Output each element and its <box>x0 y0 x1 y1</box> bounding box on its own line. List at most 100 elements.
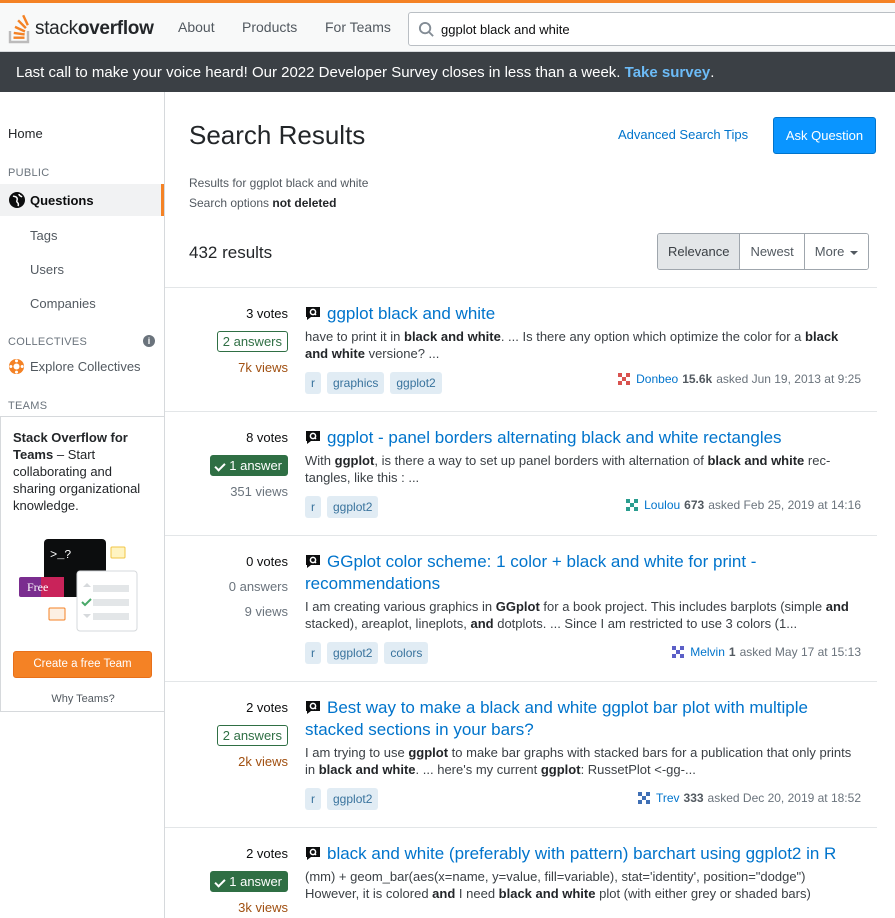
stackoverflow-logo[interactable]: stackoverflow <box>8 13 154 45</box>
question-meta: Donbeo 15.6k asked Jun 19, 2013 at 9:25 <box>616 371 861 387</box>
globe-icon <box>9 192 25 208</box>
sidebar-item-users[interactable]: Users <box>30 262 64 277</box>
result-count: 432 results <box>189 243 273 262</box>
sidebar-item-home[interactable]: Home <box>8 126 43 141</box>
asked-time: asked May 17 at 15:13 <box>739 645 861 659</box>
question-stats: 2 votes 2 answers 2k views <box>188 700 288 779</box>
svg-text:Free: Free <box>27 580 48 594</box>
question-excerpt: have to print it in black and white. ...… <box>305 329 839 361</box>
search-box[interactable] <box>408 12 895 46</box>
check-icon <box>214 876 226 888</box>
take-survey-link[interactable]: Take survey <box>625 64 711 81</box>
info-icon[interactable]: i <box>143 335 155 347</box>
question-title-link[interactable]: black and white (preferably with pattern… <box>305 843 860 865</box>
question-title-link[interactable]: Best way to make a black and white ggplo… <box>305 697 860 741</box>
logo-text: stackoverflow <box>35 18 154 39</box>
view-count: 2k views <box>238 754 288 769</box>
tag[interactable]: r <box>305 788 321 810</box>
question-icon <box>306 847 320 860</box>
asked-time: asked Jun 19, 2013 at 9:25 <box>716 372 861 386</box>
teams-illustration: >_? Free <box>19 539 138 632</box>
tag[interactable]: r <box>305 642 321 664</box>
ask-question-button[interactable]: Ask Question <box>773 117 876 154</box>
question-list: 3 votes 2 answers 7k views ggplot black and… <box>165 287 877 918</box>
answer-count: 2 answers <box>216 331 288 352</box>
question-icon <box>306 701 320 714</box>
sort-relevance-button[interactable]: Relevance <box>658 234 741 269</box>
advanced-search-tips-link[interactable]: Advanced Search Tips <box>618 127 748 142</box>
sort-more-button[interactable]: More <box>804 234 869 269</box>
question-excerpt: I am creating various graphics in GGplot… <box>305 599 849 631</box>
user-name-link[interactable]: Trev <box>656 791 680 805</box>
main-content: Search Results Advanced Search Tips Ask … <box>165 92 895 918</box>
tag[interactable]: colors <box>384 642 429 664</box>
sidebar-item-questions[interactable]: Questions <box>0 184 164 216</box>
question-icon <box>306 307 320 320</box>
user-name-link[interactable]: Melvin <box>690 645 725 659</box>
answer-count: 1 answer <box>210 871 288 892</box>
user-name-link[interactable]: Donbeo <box>636 372 678 386</box>
view-count: 7k views <box>238 360 288 375</box>
sort-newest-button[interactable]: Newest <box>740 234 805 269</box>
why-teams-link[interactable]: Why Teams? <box>1 691 165 708</box>
sort-button-group: Relevance Newest More <box>657 233 870 270</box>
tag[interactable]: graphics <box>327 372 385 394</box>
nav-products[interactable]: Products <box>242 19 297 35</box>
chevron-down-icon <box>850 250 859 255</box>
question-title-link[interactable]: GGplot color scheme: 1 color + black and… <box>305 551 860 595</box>
user-avatar-icon[interactable] <box>616 371 633 387</box>
user-avatar-icon[interactable] <box>670 644 687 660</box>
question-stats: 3 votes 2 answers 7k views <box>188 306 288 385</box>
tag[interactable]: ggplot2 <box>327 788 379 810</box>
question-excerpt: (mm) + geom_bar(aes(x=name, y=value, fil… <box>305 869 811 901</box>
vote-count: 2 votes <box>246 846 288 861</box>
question-stats: 8 votes 1 answer 351 views <box>188 430 288 509</box>
top-bar: stackoverflow About Products For Teams <box>0 0 895 52</box>
question-summary: 3 votes 2 answers 7k views ggplot black and… <box>165 288 877 412</box>
question-title-link[interactable]: ggplot - panel borders alternating black… <box>305 427 860 449</box>
teams-promo: Stack Overflow for Teams – Start collabo… <box>0 416 164 712</box>
search-input[interactable] <box>441 13 881 45</box>
question-icon <box>306 555 320 568</box>
tag[interactable]: ggplot2 <box>390 372 442 394</box>
vote-count: 0 votes <box>246 554 288 569</box>
user-reputation: 1 <box>728 645 736 659</box>
user-reputation: 673 <box>684 498 705 512</box>
answer-count: 2 answers <box>216 725 288 746</box>
sidebar-heading-collectives: COLLECTIVES <box>8 336 88 348</box>
user-reputation: 333 <box>683 791 704 805</box>
sidebar-item-tags[interactable]: Tags <box>30 228 57 243</box>
question-stats: 0 votes 0 answers 9 views <box>188 554 288 629</box>
sidebar-heading-teams: TEAMS <box>8 400 48 412</box>
survey-banner: Last call to make your voice heard! Our … <box>0 52 895 92</box>
page-title: Search Results <box>189 120 366 150</box>
question-title-link[interactable]: ggplot black and white <box>305 303 860 325</box>
nav-about[interactable]: About <box>178 19 215 35</box>
question-summary: 0 votes 0 answers 9 views GGplot color sche… <box>165 536 877 682</box>
sidebar-heading-public: PUBLIC <box>8 167 50 179</box>
answer-count: 0 answers <box>228 579 288 594</box>
results-for-text: Results for ggplot black and white <box>189 176 369 190</box>
tag[interactable]: ggplot2 <box>327 496 379 518</box>
left-sidebar: Home PUBLIC Questions Tags Users Compani… <box>0 92 165 918</box>
user-avatar-icon[interactable] <box>635 790 652 806</box>
tag[interactable]: r <box>305 496 321 518</box>
answer-count: 1 answer <box>210 455 288 476</box>
sidebar-item-label: Questions <box>30 193 94 208</box>
search-icon <box>418 21 434 37</box>
user-avatar-icon[interactable] <box>624 497 641 513</box>
sidebar-item-companies[interactable]: Companies <box>30 296 96 311</box>
asked-time: asked Dec 20, 2019 at 18:52 <box>707 791 861 805</box>
question-meta: Trev 333 asked Dec 20, 2019 at 18:52 <box>635 790 861 806</box>
user-name-link[interactable]: Loulou <box>644 498 680 512</box>
question-meta: Loulou 673 asked Feb 25, 2019 at 14:16 <box>624 497 861 513</box>
explore-collectives-label: Explore Collectives <box>30 359 141 374</box>
question-excerpt: With ggplot, is there a way to set up pa… <box>305 453 831 485</box>
vote-count: 2 votes <box>246 700 288 715</box>
create-free-team-button[interactable]: Create a free Team <box>13 651 152 678</box>
nav-for-teams[interactable]: For Teams <box>325 19 391 35</box>
tag[interactable]: r <box>305 372 321 394</box>
sidebar-item-explore-collectives[interactable]: Explore Collectives <box>8 358 141 375</box>
view-count: 3k views <box>238 900 288 915</box>
tag[interactable]: ggplot2 <box>327 642 379 664</box>
